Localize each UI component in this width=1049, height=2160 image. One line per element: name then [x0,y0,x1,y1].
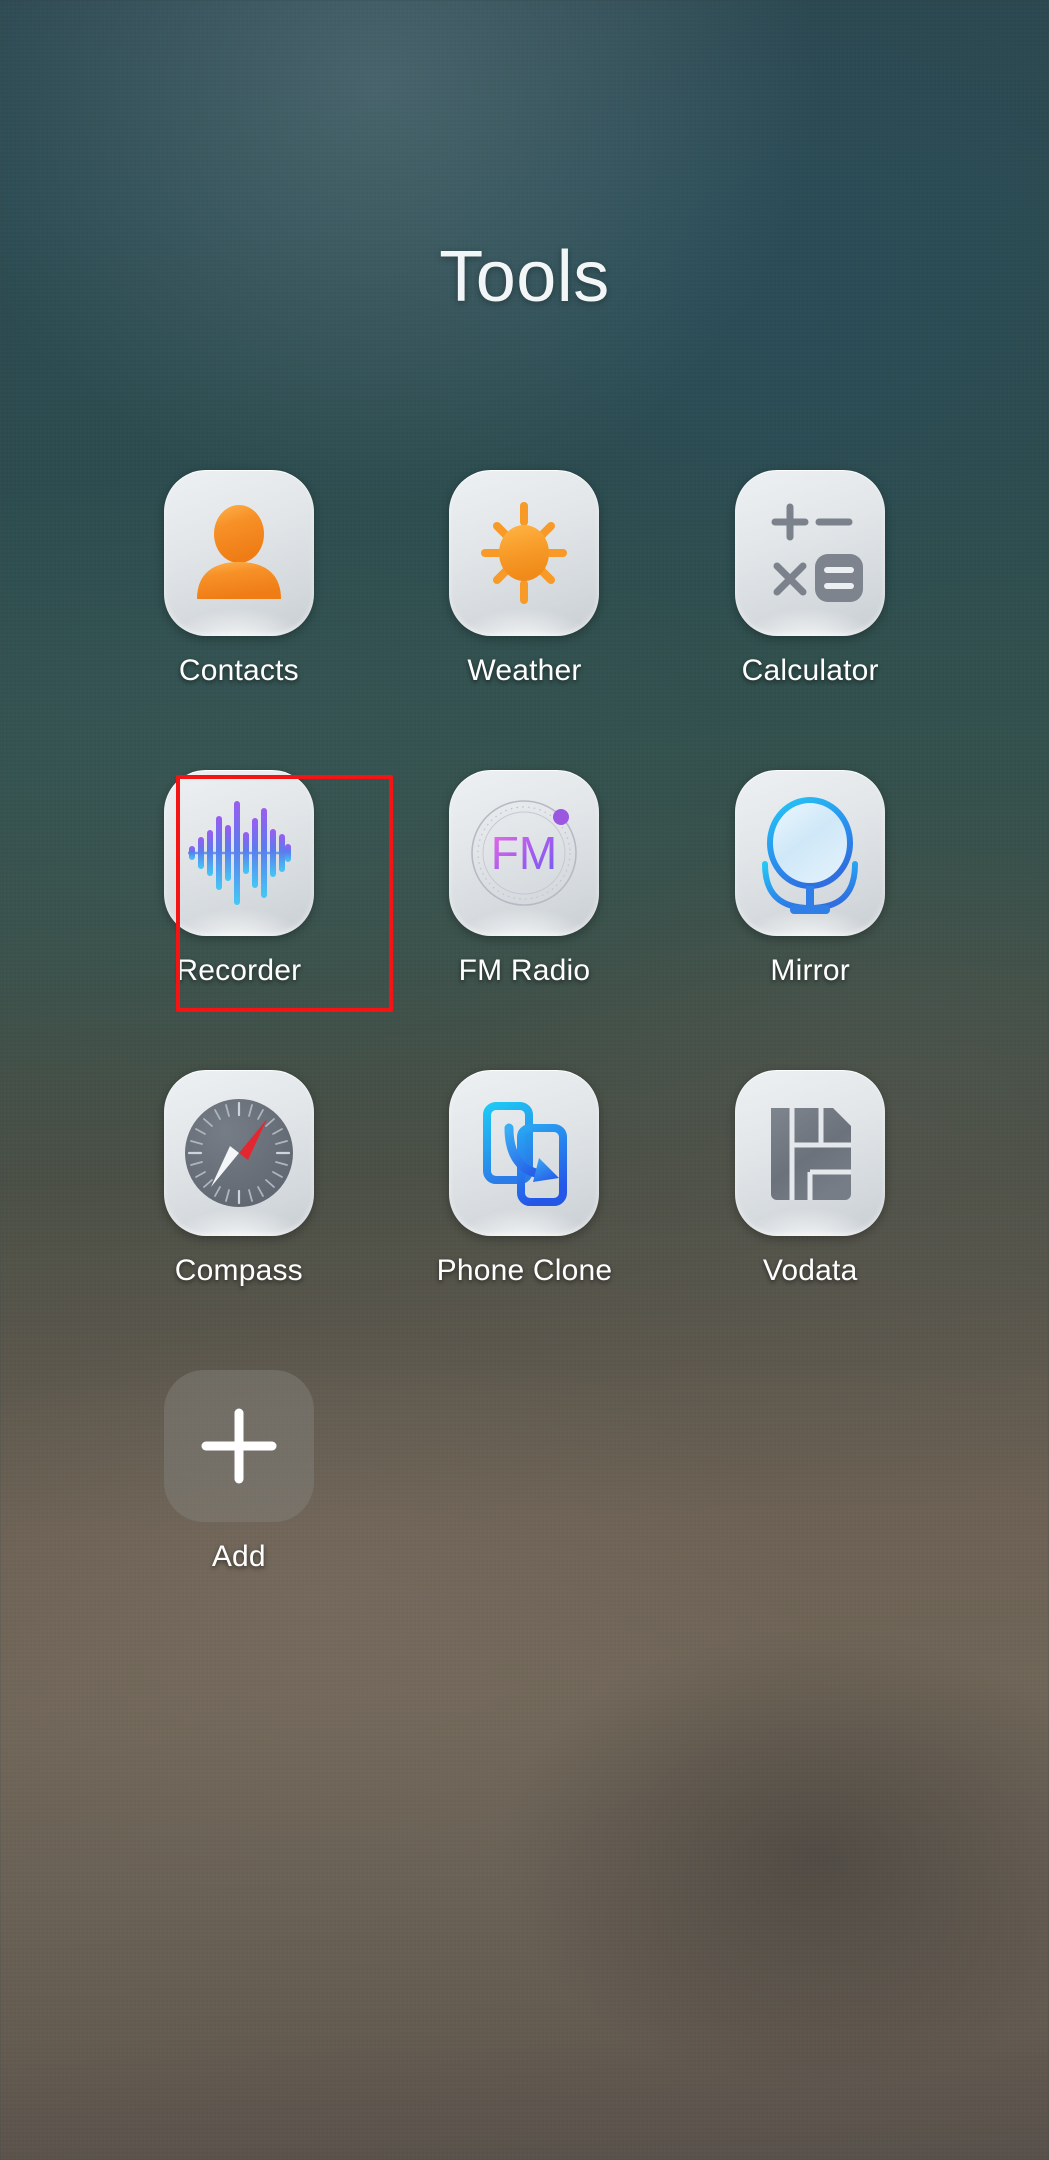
calculator-icon[interactable] [735,470,886,636]
app-calculator[interactable]: Calculator [715,470,905,688]
app-label: Mirror [770,954,850,987]
svg-text:FM: FM [491,827,557,879]
app-mirror[interactable]: Mirror [715,770,905,988]
contacts-icon[interactable] [163,470,314,636]
app-compass[interactable]: Compass [144,1070,334,1288]
app-label: Phone Clone [436,1254,613,1287]
app-add[interactable]: Add [144,1370,334,1574]
mirror-icon[interactable] [735,770,886,936]
app-label: Add [211,1540,266,1573]
recorder-waveform-icon[interactable] [163,770,314,936]
app-weather[interactable]: Weather [429,470,619,688]
app-label: Calculator [741,654,879,687]
app-label: Compass [174,1254,303,1287]
page-title: Tools [439,237,610,317]
app-label: Contacts [178,654,299,687]
app-label: Recorder [176,954,302,987]
app-phone-clone[interactable]: Phone Clone [429,1070,619,1288]
app-vodata[interactable]: Vodata [715,1070,905,1288]
phone-clone-icon[interactable] [449,1070,600,1236]
sim-card-icon[interactable] [735,1070,886,1236]
app-label: Vodata [762,1254,858,1287]
app-label: FM Radio [458,954,591,987]
app-label: Weather [467,654,582,687]
app-contacts[interactable]: Contacts [144,470,334,688]
app-grid: Contacts Weather Calculator Recorder FM … [0,470,1049,1574]
fm-radio-dial-icon[interactable]: FM [449,770,600,936]
home-screen-folder: Tools Contacts Weather Calculator Record… [0,0,1049,2160]
weather-sun-icon[interactable] [449,470,600,636]
app-fm-radio[interactable]: FM FM Radio [429,770,619,988]
plus-icon[interactable] [163,1370,314,1522]
compass-icon[interactable] [163,1070,314,1236]
app-recorder[interactable]: Recorder [144,770,334,988]
